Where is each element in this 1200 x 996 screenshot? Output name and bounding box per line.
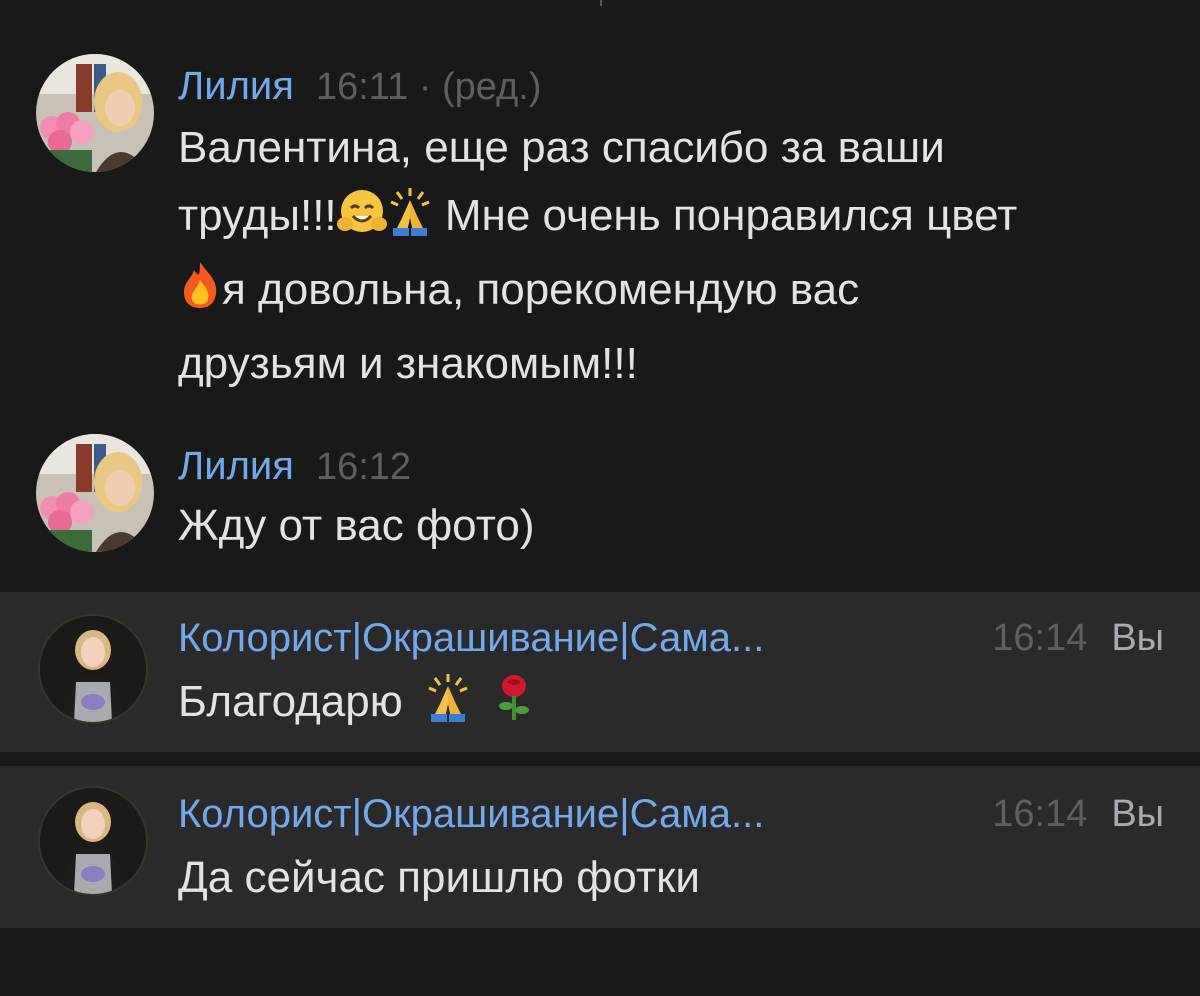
avatar[interactable] — [36, 434, 154, 552]
text-line: Валентина, еще раз спасибо за ваши — [178, 123, 945, 172]
message-time: 16:12 — [315, 446, 412, 488]
edited-label: · (ред.) — [418, 66, 542, 108]
message-text: Благодарю — [178, 668, 1168, 742]
text-line: труды!!! Мне очень понравился цвет — [178, 182, 1168, 256]
folded-hands-emoji-icon — [387, 186, 433, 256]
message-time: 16:11 · (ред.) — [315, 66, 542, 108]
message-2[interactable]: Лилия 16:12 Жду от вас фото) — [0, 430, 1200, 570]
message-1[interactable]: Лилия 16:11 · (ред.) Валентина, еще раз с… — [0, 50, 1200, 390]
rose-emoji-icon — [497, 672, 531, 742]
you-label: Вы — [1111, 617, 1164, 659]
message-text: Да сейчас пришлю фотки — [178, 853, 700, 902]
avatar[interactable] — [38, 786, 148, 896]
folded-hands-emoji-icon — [425, 672, 471, 742]
message-3[interactable]: Колорист|Окрашивание|Сама... 16:14 Вы Бла… — [0, 592, 1200, 752]
you-label: Вы — [1111, 793, 1164, 835]
author-label[interactable]: Лилия — [178, 64, 294, 108]
avatar[interactable] — [38, 614, 148, 724]
avatar[interactable] — [36, 54, 154, 172]
author-name[interactable]: Колорист|Окрашивание|Сама... — [178, 790, 764, 838]
author-label[interactable]: Лилия — [178, 444, 294, 488]
message-time: 16:14 — [992, 793, 1088, 835]
message-meta: 16:14 Вы — [992, 790, 1164, 838]
message-time: 16:14 — [992, 617, 1088, 659]
message-text: Валентина, еще раз спасибо за ваши труды… — [178, 114, 1168, 398]
text-line: я довольна, порекомендую вас — [178, 256, 1168, 330]
author-name[interactable]: Лилия 16:12 — [178, 442, 411, 491]
message-text: Жду от вас фото) — [178, 501, 535, 550]
message-4[interactable]: Колорист|Окрашивание|Сама... 16:14 Вы Да … — [0, 766, 1200, 928]
text-line: друзьям и знакомым!!! — [178, 339, 638, 388]
author-name[interactable]: Лилия 16:11 · (ред.) — [178, 62, 541, 111]
hugging-face-emoji-icon — [336, 186, 387, 256]
chat-history: Лилия 16:11 · (ред.) Валентина, еще раз с… — [0, 0, 1200, 996]
fire-emoji-icon — [178, 260, 222, 330]
scroll-indicator — [600, 0, 602, 6]
author-name[interactable]: Колорист|Окрашивание|Сама... — [178, 614, 764, 662]
message-meta: 16:14 Вы — [992, 614, 1164, 662]
